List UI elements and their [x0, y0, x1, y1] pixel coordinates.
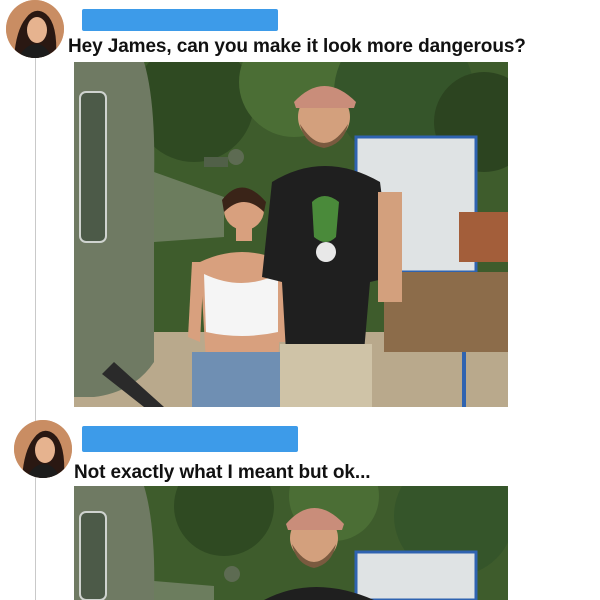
photo-attachment-icon: [74, 62, 508, 407]
post-1-message: Hey James, can you make it look more dan…: [68, 36, 526, 57]
post-2-message: Not exactly what I meant but ok...: [74, 462, 371, 483]
post-2-photo-attachment[interactable]: [74, 486, 508, 600]
post-1-photo-attachment[interactable]: [74, 62, 508, 407]
profile-photo-icon: [14, 420, 72, 478]
post-2-author-name-redacted: [82, 426, 298, 452]
post-1-author-name-redacted: [82, 9, 278, 31]
thread-connector-line: [35, 58, 36, 600]
photo-attachment-icon: [74, 486, 508, 600]
profile-photo-icon: [6, 0, 64, 58]
post-2-avatar[interactable]: [14, 420, 72, 478]
post-1-avatar[interactable]: [6, 0, 64, 58]
